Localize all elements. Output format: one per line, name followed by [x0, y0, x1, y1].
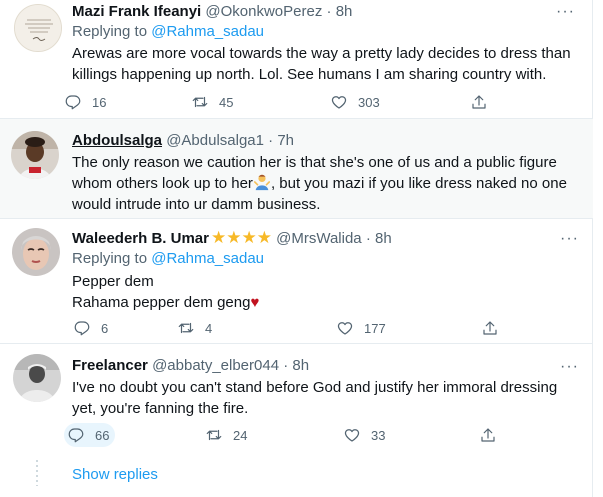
reply-icon — [74, 321, 90, 336]
tweet-3[interactable]: Waleederh B. Umar ★★★★ @MrsWalida · 8h ··… — [0, 219, 593, 343]
tweet-text: Pepper dem Rahama pepper dem geng♥ — [72, 271, 572, 313]
more-icon[interactable]: ··· — [560, 231, 579, 247]
share-icon — [481, 428, 495, 442]
user-handle[interactable]: @Abdulsalga1 — [166, 132, 264, 149]
display-name[interactable]: Freelancer — [72, 357, 148, 374]
mention-link[interactable]: @Rahma_sadau — [151, 250, 264, 267]
thread-connector — [36, 460, 38, 486]
display-name[interactable]: Waleederh B. Umar — [72, 230, 209, 247]
like-icon — [331, 96, 347, 109]
separator-dot: · — [326, 3, 332, 20]
user-handle[interactable]: @abbaty_elber044 — [152, 357, 279, 374]
replying-to: Replying to @Rahma_sadau — [72, 22, 264, 42]
red-heart-emoji-icon: ♥ — [250, 294, 260, 311]
avatar[interactable] — [14, 4, 62, 52]
tweet-actions: 6 4 177 — [73, 316, 503, 340]
replying-to: Replying to @Rahma_sadau — [72, 249, 264, 269]
like-button[interactable]: 33 — [343, 423, 385, 447]
avatar[interactable] — [12, 228, 60, 276]
reply-icon — [65, 95, 81, 110]
share-button[interactable] — [479, 423, 497, 447]
separator-dot: · — [283, 357, 289, 374]
retweet-icon — [206, 429, 222, 441]
reply-button[interactable]: 16 — [64, 90, 106, 114]
like-icon — [344, 429, 360, 442]
like-count: 177 — [364, 320, 386, 336]
tweet-actions: 16 45 303 — [64, 90, 504, 114]
retweet-button[interactable]: 4 — [177, 316, 212, 340]
user-handle[interactable]: @OkonkwoPerez — [205, 3, 322, 20]
user-handle[interactable]: @MrsWalida — [276, 230, 362, 247]
separator-dot: · — [365, 230, 371, 247]
share-button[interactable] — [470, 90, 488, 114]
more-icon[interactable]: ··· — [560, 359, 579, 375]
replying-to-label: Replying to — [72, 23, 148, 40]
separator-dot: · — [268, 132, 274, 149]
tweet-header: Waleederh B. Umar ★★★★ @MrsWalida · 8h — [72, 228, 392, 249]
tweet-text-line-content: Rahama pepper dem geng — [72, 294, 251, 311]
reply-count: 66 — [95, 427, 110, 443]
display-name[interactable]: Mazi Frank Ifeanyi — [72, 3, 201, 20]
retweet-button[interactable]: 24 — [205, 423, 247, 447]
show-replies-link[interactable]: Show replies — [72, 465, 158, 485]
reply-button[interactable]: 66 — [64, 423, 116, 447]
tweet-header: Mazi Frank Ifeanyi @OkonkwoPerez · 8h — [72, 2, 352, 22]
replying-to-label: Replying to — [72, 250, 148, 267]
tweet-text: I've no doubt you can't stand before God… — [72, 379, 558, 417]
retweet-count: 24 — [233, 427, 248, 443]
share-button[interactable] — [481, 316, 499, 340]
tweet-4[interactable]: Freelancer @abbaty_elber044 · 8h ··· I'v… — [0, 344, 593, 454]
like-count: 303 — [358, 94, 380, 110]
timestamp[interactable]: 8h — [336, 3, 353, 20]
retweet-count: 4 — [205, 320, 213, 336]
retweet-icon — [192, 96, 208, 108]
tweet-header: Freelancer @abbaty_elber044 · 8h — [72, 356, 309, 376]
timestamp[interactable]: 7h — [277, 132, 294, 149]
avatar[interactable] — [13, 354, 61, 402]
like-icon — [337, 322, 353, 335]
like-button[interactable]: 177 — [336, 316, 386, 340]
tweet-1[interactable]: Mazi Frank Ifeanyi @OkonkwoPerez · 8h ··… — [0, 0, 593, 118]
reply-count: 16 — [92, 94, 107, 110]
timestamp[interactable]: 8h — [375, 230, 392, 247]
reply-button[interactable]: 6 — [73, 316, 108, 340]
tweet-2[interactable]: Abdoulsalga @Abdulsalga1 · 7h The only r… — [0, 119, 593, 218]
man-shrugging-emoji-icon — [253, 174, 270, 191]
retweet-count: 45 — [219, 94, 234, 110]
share-icon — [483, 321, 497, 335]
like-count: 33 — [371, 427, 386, 443]
tweet-text-line: Rahama pepper dem geng♥ — [72, 292, 572, 313]
avatar[interactable] — [11, 131, 59, 179]
more-icon[interactable]: ··· — [556, 4, 575, 20]
display-name[interactable]: Abdoulsalga — [72, 132, 162, 149]
reply-icon — [68, 428, 84, 443]
retweet-button[interactable]: 45 — [191, 90, 233, 114]
star-emoji-icon: ★★★★ — [211, 228, 272, 247]
tweet-actions: 66 24 33 — [64, 423, 504, 447]
tweet-text: Arewas are more vocal towards the way a … — [72, 45, 571, 83]
tweet-header: Abdoulsalga @Abdulsalga1 · 7h — [72, 131, 294, 151]
reply-count: 6 — [101, 320, 109, 336]
tweet-text-line: Pepper dem — [72, 273, 154, 290]
share-icon — [472, 95, 486, 109]
mention-link[interactable]: @Rahma_sadau — [151, 23, 264, 40]
retweet-icon — [178, 322, 194, 334]
timestamp[interactable]: 8h — [292, 357, 309, 374]
tweet-text: The only reason we caution her is that s… — [72, 152, 577, 215]
like-button[interactable]: 303 — [330, 90, 380, 114]
